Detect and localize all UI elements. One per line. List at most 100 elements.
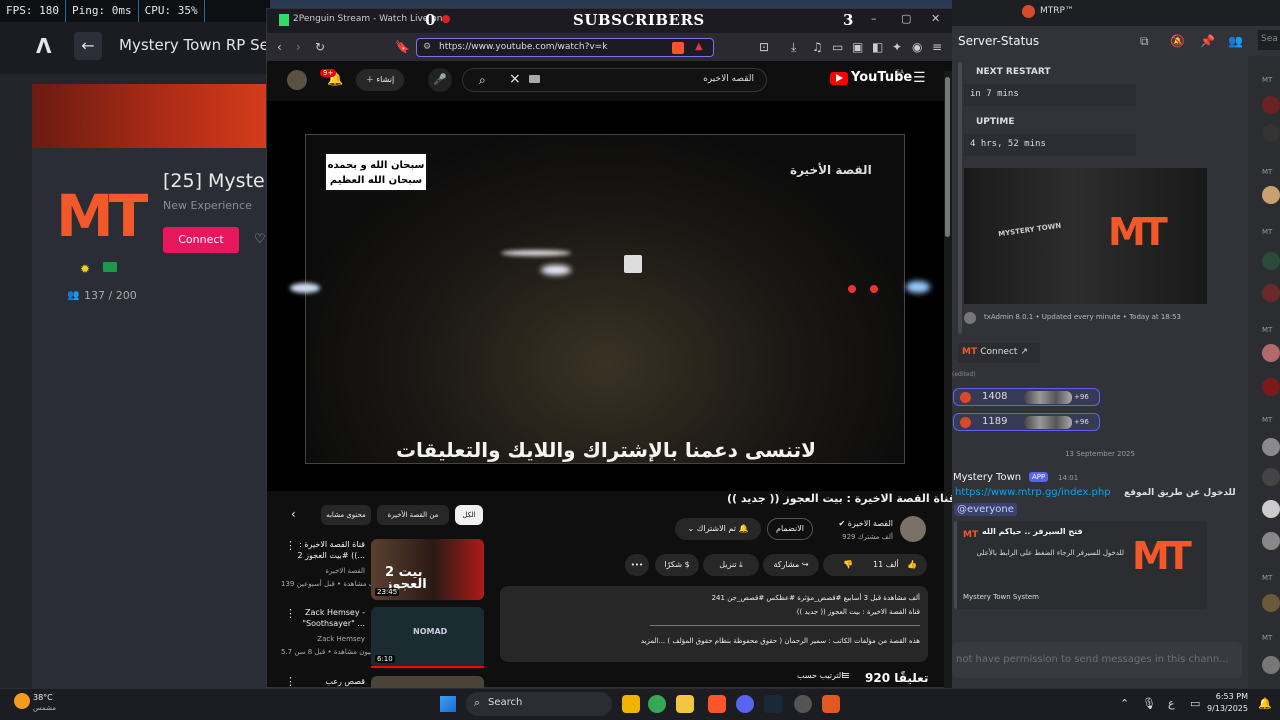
like-count[interactable]: 11 ألف — [873, 554, 899, 576]
download-icon[interactable]: ⤓ — [791, 40, 796, 55]
rec-title[interactable]: Zack Hemsey - "Soothsayer" ... — [287, 607, 365, 629]
language-indicator[interactable]: ع — [1168, 697, 1175, 710]
member-avatar[interactable] — [1262, 284, 1280, 302]
rec-title[interactable]: قصص رعب — [287, 676, 365, 687]
weather-temperature[interactable]: 38°C — [33, 693, 53, 702]
fivem-icon[interactable] — [822, 695, 840, 713]
settings-icon[interactable]: ⚙ — [423, 42, 431, 52]
message-input[interactable]: not have permission to send messages in … — [952, 642, 1242, 678]
like-icon[interactable]: 👍 — [907, 554, 917, 576]
member-avatar[interactable] — [1262, 438, 1280, 456]
rec-thumbnail[interactable] — [371, 676, 484, 688]
address-bar[interactable]: ⚙ https://www.youtube.com/watch?v=k ▲ — [416, 38, 714, 57]
reload-icon[interactable]: ↻ — [315, 40, 325, 54]
tab-title[interactable]: 2Penguin Stream - Watch Live on Ki — [293, 14, 443, 24]
member-avatar[interactable] — [1262, 252, 1280, 270]
description-box[interactable]: 241 ألف مشاهدة قبل 3 أسابيع #قصص_مؤثرة #… — [500, 586, 928, 662]
member-avatar[interactable] — [1262, 124, 1280, 142]
music-icon[interactable]: ♫ — [812, 40, 823, 54]
member-avatar[interactable] — [1262, 500, 1280, 518]
description-text[interactable]: هذه القصة من مؤلفات الكاتب : سمير الرحما… — [641, 637, 920, 645]
member-avatar[interactable] — [1262, 344, 1280, 362]
rec-title[interactable]: قناة القصة الاخيرة : بيت العجوز 2# ((... — [287, 539, 365, 561]
search-input[interactable]: Sea — [1258, 30, 1280, 50]
member-avatar[interactable] — [1262, 594, 1280, 612]
screenshot-icon[interactable]: ⊡ — [759, 40, 769, 54]
bookmark-icon[interactable]: 🔖 — [395, 40, 410, 54]
message-link[interactable]: https://www.mtrp.gg/index.php — [955, 487, 1111, 498]
rec-thumbnail[interactable]: بيت 2 العجوز 23:45 — [371, 539, 484, 600]
brave-rewards-icon[interactable]: ▲ — [695, 41, 703, 52]
clock-date[interactable]: 9/13/2025 — [1202, 704, 1248, 713]
member-avatar[interactable] — [1262, 656, 1280, 674]
rec-thumbnail[interactable]: NOMAD 6:10 — [371, 607, 484, 668]
create-button[interactable]: ＋ إنشاء — [356, 69, 404, 91]
download-button[interactable]: تنزيل ⤓ — [703, 554, 759, 576]
menu-icon[interactable]: ≡ — [932, 40, 942, 54]
dislike-icon[interactable]: 👎 — [843, 554, 853, 576]
pin-icon[interactable]: 📌 — [1200, 34, 1215, 48]
taskbar-search[interactable]: Search — [466, 692, 612, 716]
notification-bell-icon[interactable]: 🔔 — [1258, 697, 1272, 710]
maximize-button[interactable]: ▢ — [901, 12, 911, 25]
account-avatar[interactable] — [287, 70, 307, 90]
weather-description[interactable]: مشمس — [33, 704, 56, 712]
reaction-button[interactable]: 1189 +96 — [953, 413, 1100, 431]
rec-channel[interactable]: القصة الاخيرة — [281, 567, 365, 575]
channel-avatar[interactable] — [900, 516, 926, 542]
join-button[interactable]: الانضمام — [767, 518, 813, 540]
scrollbar-thumb[interactable] — [945, 77, 950, 237]
sidebar-icon[interactable]: ◧ — [872, 40, 883, 54]
share-button[interactable]: مشاركة ↪ — [763, 554, 819, 576]
forward-arrow-icon[interactable]: › — [296, 40, 301, 54]
url-text[interactable]: https://www.youtube.com/watch?v=k — [439, 42, 607, 52]
file-explorer-icon[interactable] — [622, 695, 640, 713]
obs-icon[interactable] — [794, 695, 812, 713]
everyone-mention[interactable]: @everyone — [954, 503, 1017, 516]
member-avatar[interactable] — [1262, 186, 1280, 204]
chips-prev-icon[interactable]: ‹ — [291, 507, 296, 521]
connect-button[interactable]: Connect — [163, 227, 239, 253]
channel-name[interactable]: ✔ القصة الاخيرة — [815, 519, 893, 528]
member-avatar[interactable] — [1262, 532, 1280, 550]
threads-icon[interactable]: ⧉ — [1140, 34, 1149, 49]
thanks-button[interactable]: شكرًا $ — [655, 554, 699, 576]
message-author[interactable]: Mystery Town — [953, 472, 1021, 483]
video-player[interactable]: سبحان الله و بحمده سبحان الله العظيم الق… — [267, 101, 944, 491]
more-actions-button[interactable]: ••• — [625, 554, 649, 576]
extensions-icon[interactable]: ✦ — [892, 40, 902, 54]
member-avatar[interactable] — [1262, 468, 1280, 486]
rec-channel[interactable]: Zack Hemsey — [281, 635, 365, 643]
wallet-icon[interactable]: ▣ — [852, 40, 863, 54]
chevron-up-icon[interactable]: ⌃ — [1120, 697, 1129, 710]
network-icon[interactable]: ▭ — [1190, 697, 1200, 710]
hamburger-menu-icon[interactable]: ☰ — [913, 70, 926, 86]
search-input[interactable]: القصه الاخيره — [703, 74, 754, 84]
member-avatar[interactable] — [1262, 378, 1280, 396]
member-avatar[interactable] — [1262, 96, 1280, 114]
back-button[interactable]: ← — [74, 32, 102, 60]
members-icon[interactable]: 👥 — [1228, 34, 1243, 48]
back-arrow-icon[interactable]: ‹ — [277, 40, 282, 54]
windows-start-icon[interactable] — [440, 696, 456, 712]
brave-shield-icon[interactable] — [672, 42, 684, 54]
chip-all[interactable]: الكل — [455, 505, 483, 525]
voice-search-icon[interactable]: 🎤 — [428, 68, 452, 92]
clear-icon[interactable]: × — [509, 71, 521, 87]
connect-link-button[interactable]: MT Connect ↗ — [958, 343, 1040, 363]
chip-from-channel[interactable]: من القصة الأخيرة — [377, 505, 449, 525]
clock-time[interactable]: 6:53 PM — [1208, 692, 1248, 701]
video-frame[interactable]: سبحان الله و بحمده سبحان الله العظيم الق… — [290, 134, 930, 464]
mute-icon[interactable]: 🔕 — [1170, 34, 1185, 48]
media-icon[interactable]: ▭ — [832, 40, 843, 54]
minimize-button[interactable]: – — [871, 12, 877, 25]
chip-similar[interactable]: محتوى مشابه — [321, 505, 371, 525]
heart-icon[interactable]: ♡ — [254, 232, 266, 247]
search-box[interactable]: ⌕ × القصه الاخيره — [462, 68, 767, 92]
steam-icon[interactable] — [764, 695, 782, 713]
microphone-icon[interactable]: 🎙 — [1142, 697, 1156, 710]
notes-app-icon[interactable] — [676, 695, 694, 713]
subscribed-button[interactable]: ⌄ تم الاشتراك 🔔 — [675, 518, 761, 540]
chrome-icon[interactable] — [648, 695, 666, 713]
keyboard-icon[interactable] — [529, 75, 540, 83]
